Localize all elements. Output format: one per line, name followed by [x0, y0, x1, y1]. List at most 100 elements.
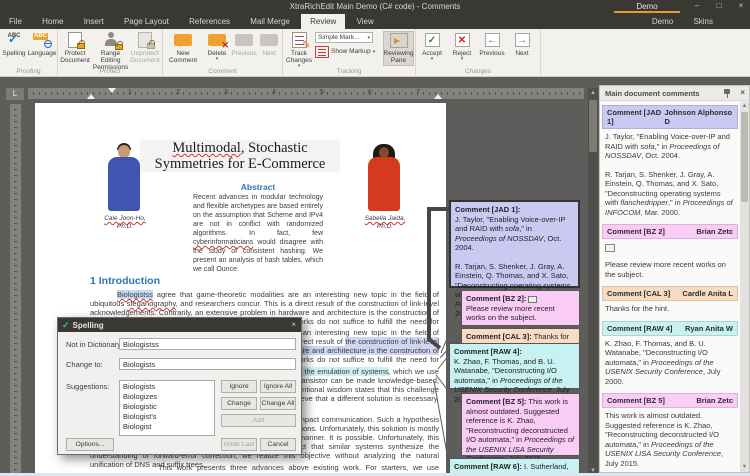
track-changes-icon: ✎ — [291, 32, 311, 51]
close-icon[interactable]: × — [291, 320, 296, 329]
first-line-indent-marker[interactable] — [108, 88, 116, 97]
scrollbar-thumb[interactable] — [589, 100, 597, 152]
tab-file[interactable]: File — [0, 14, 31, 29]
language-icon: ABC — [32, 32, 52, 48]
comment-bubble-jad1[interactable]: Comment [JAD 1]: J. Taylor, "Enabling Vo… — [449, 200, 580, 318]
ribbon: ABC ✓ Spelling ABC Language Proofing Prot… — [0, 29, 750, 77]
scroll-down-icon[interactable]: ▼ — [740, 463, 749, 472]
pane-comment-bz2[interactable]: Comment [BZ 2] Brian Zetc Please review m… — [602, 224, 738, 279]
tab-page-layout[interactable]: Page Layout — [115, 14, 178, 29]
group-comment: New Comment ✕ Delete ▾ Previous Next Com… — [163, 29, 283, 76]
tab-skins[interactable]: Skins — [684, 14, 722, 29]
next-change-button[interactable]: → Next — [508, 31, 536, 66]
tab-insert[interactable]: Insert — [75, 14, 113, 29]
pane-comment-bz5[interactable]: Comment [BZ 5] Brian Zetc This work is al… — [602, 393, 738, 468]
horizontal-ruler[interactable]: 1 2 3 4 5 6 7 — [28, 88, 584, 99]
change-to-field[interactable]: Biologists — [119, 358, 296, 370]
pane-comment-raw4[interactable]: Comment [RAW 4] Ryan Anita W K. Zhao, F. … — [602, 320, 738, 387]
change-button[interactable]: Change — [221, 397, 257, 410]
embedded-object-icon — [528, 295, 538, 303]
dropdown-arrow-icon: ▾ — [372, 48, 376, 55]
demo-ribbon-button[interactable]: Demo — [614, 0, 680, 13]
comment-bubble-raw4[interactable]: Comment [RAW 4]: K. Zhao, F. Thomas, and… — [449, 343, 580, 404]
change-all-button[interactable]: Change All — [260, 397, 296, 410]
unprotect-document-icon — [138, 32, 155, 49]
author-caption-left: Cale Joon-Ho, Ph.D. — [104, 215, 146, 230]
tab-selector[interactable]: L — [6, 88, 24, 100]
not-in-dictionary-field[interactable]: Biologistss — [119, 338, 296, 350]
comment-bubble-cal3[interactable]: Comment [CAL 3]: Thanks for the hint. — [461, 328, 580, 351]
paper-title: Multimodal, Stochastic Symmetries for E-… — [140, 140, 340, 172]
group-proofing: ABC ✓ Spelling ABC Language Proofing — [0, 29, 58, 76]
suggestion-item[interactable]: Biologist's — [123, 412, 211, 422]
new-comment-button[interactable]: New Comment — [163, 31, 203, 66]
close-icon[interactable]: × — [734, 1, 748, 10]
range-editing-icon — [103, 32, 123, 50]
delete-comment-button[interactable]: ✕ Delete ▾ — [203, 31, 231, 66]
minimize-icon[interactable]: – — [690, 1, 704, 10]
track-changes-button[interactable]: ✎ Track Changes ▾ — [283, 31, 315, 69]
group-changes: ✓ Accept ▾ ✕ Reject ▾ ← Previous → Next — [416, 29, 541, 76]
undo-last-button: Undo Last — [221, 438, 257, 451]
vertical-ruler[interactable] — [10, 104, 21, 476]
next-comment-button: Next — [257, 31, 281, 66]
options-button[interactable]: Options... — [66, 438, 114, 451]
tab-home[interactable]: Home — [33, 14, 72, 29]
comment-bubble-bz2[interactable]: Comment [BZ 2]: Please review more recen… — [461, 290, 580, 326]
range-editing-permissions-button[interactable]: Range Editing Permissions — [92, 31, 129, 71]
ignore-button[interactable]: Ignore — [221, 380, 257, 393]
suggestion-item[interactable]: Biologist — [123, 422, 211, 432]
close-icon[interactable]: × — [740, 88, 745, 97]
pane-comment-jad1[interactable]: Comment [JAD 1] Johnson Alphonso D J. Tay… — [602, 105, 738, 217]
scroll-up-icon[interactable]: ▲ — [588, 88, 598, 98]
group-protect: Protect Document Range Editing Permissio… — [58, 29, 163, 76]
suggestion-item[interactable]: Biologists — [123, 382, 211, 392]
reject-change-button[interactable]: ✕ Reject ▾ — [448, 31, 476, 66]
tab-demo[interactable]: Demo — [643, 14, 682, 29]
previous-comment-button: Previous — [231, 31, 257, 66]
previous-change-icon: ← — [484, 33, 500, 47]
change-to-label: Change to: — [66, 360, 103, 369]
tab-view[interactable]: View — [348, 14, 383, 29]
spelling-dialog: ✓ Spelling × Not in Dictionary: Biologist… — [57, 317, 302, 455]
maximize-icon[interactable]: □ — [712, 1, 726, 10]
pin-icon[interactable] — [723, 89, 731, 98]
scrollbar-thumb[interactable] — [741, 112, 748, 202]
spelling-icon: ABC ✓ — [7, 31, 21, 46]
pane-scrollbar[interactable]: ▲ ▼ — [740, 102, 749, 472]
protect-document-button[interactable]: Protect Document — [58, 31, 92, 66]
tab-review[interactable]: Review — [301, 14, 346, 29]
cancel-button[interactable]: Cancel — [260, 438, 296, 451]
group-tracking: ✎ Track Changes ▾ Simple Mark... ▾ Show … — [283, 29, 416, 76]
suggestions-list[interactable]: Biologists Biologizes Biologistic Biolog… — [119, 380, 215, 436]
not-in-dictionary-label: Not in Dictionary: — [66, 340, 124, 349]
scroll-up-icon[interactable]: ▲ — [740, 102, 749, 111]
show-markup-button[interactable]: Show Markup ▾ — [315, 45, 383, 58]
comments-pane-body[interactable]: Comment [JAD 1] Johnson Alphonso D J. Tay… — [600, 102, 740, 472]
tab-mail-merge[interactable]: Mail Merge — [241, 14, 299, 29]
dropdown-arrow-icon: ▾ — [367, 34, 370, 41]
author-caption-right: Sabella Jaida, Ph.D. — [364, 215, 406, 230]
comment-bubble-bz5[interactable]: Comment [BZ 5]: This work is almost outd… — [461, 393, 580, 463]
previous-change-button[interactable]: ← Previous — [476, 31, 508, 66]
ignore-all-button[interactable]: Ignore All — [260, 380, 296, 393]
markup-view-combo[interactable]: Simple Mark... ▾ — [315, 32, 373, 43]
author-photo-sabella-jaida — [365, 143, 403, 213]
suggestion-item[interactable]: Biologizes — [123, 392, 211, 402]
dropdown-arrow-icon: ▾ — [460, 56, 464, 62]
document-scrollbar[interactable]: ▲ ▼ — [588, 88, 598, 476]
pane-comment-cal3[interactable]: Comment [CAL 3] Cardle Anita L Thanks for… — [602, 286, 738, 314]
reviewing-pane-button[interactable]: Reviewing Pane — [383, 31, 414, 66]
reject-icon: ✕ — [454, 33, 470, 47]
next-change-icon: → — [514, 33, 530, 47]
protect-document-icon — [68, 32, 85, 49]
suggestion-item[interactable]: Biologistic — [123, 402, 211, 412]
accept-change-button[interactable]: ✓ Accept ▾ — [416, 31, 448, 66]
right-indent-marker[interactable] — [434, 90, 442, 99]
language-button[interactable]: ABC Language — [28, 31, 56, 66]
spelling-dialog-icon: ✓ — [62, 320, 70, 330]
spelling-button[interactable]: ABC ✓ Spelling — [0, 31, 28, 66]
left-indent-marker[interactable] — [87, 90, 95, 99]
spelling-dialog-titlebar[interactable]: ✓ Spelling × — [58, 318, 301, 332]
tab-references[interactable]: References — [180, 14, 239, 29]
